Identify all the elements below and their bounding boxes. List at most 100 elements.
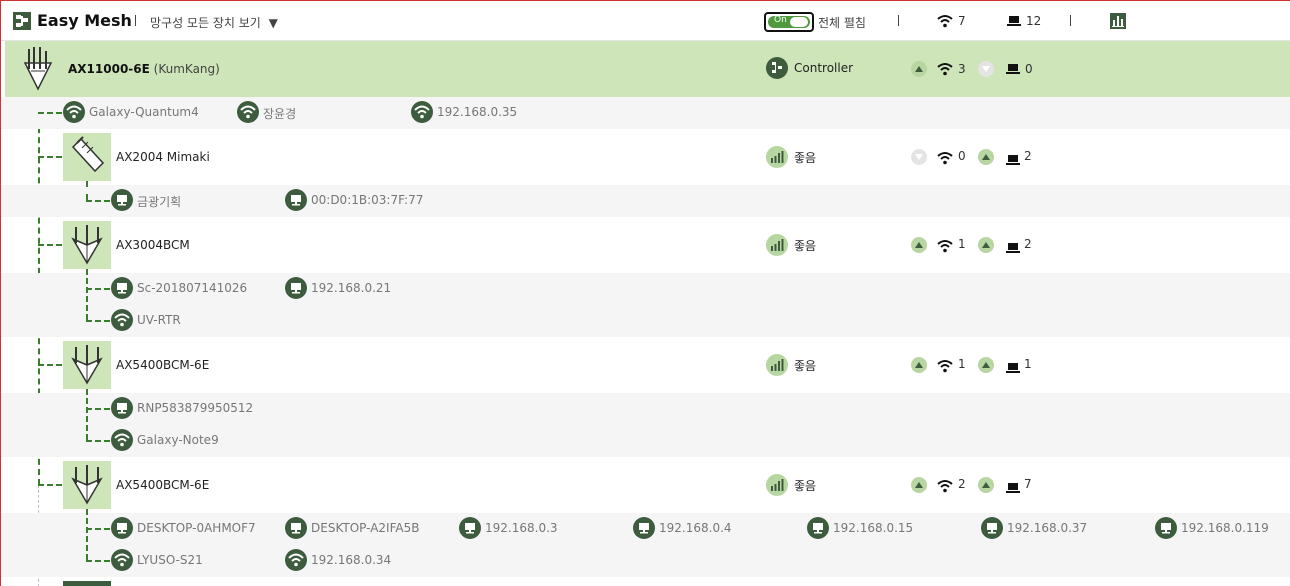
client-branch-line <box>86 440 110 442</box>
wifi-client-icon <box>111 429 133 451</box>
toggle-state-label: On <box>774 15 787 25</box>
wifi-icon <box>937 15 953 28</box>
pc-expand-button[interactable] <box>978 477 994 493</box>
pc-client-icon <box>111 277 133 299</box>
client-name: 192.168.0.21 <box>311 281 392 295</box>
wifi-client-icon <box>111 309 133 331</box>
client-name: 00:D0:1B:03:7F:77 <box>311 193 424 207</box>
client-name: 192.168.0.35 <box>437 105 518 119</box>
controller-row[interactable]: AX11000-6E (KumKang) Controller 3 0 <box>5 41 1290 97</box>
node-wifi-count: 2 <box>958 477 966 491</box>
node-name: AX3004BCM <box>116 238 190 252</box>
view-select[interactable]: 망구성 모든 장치 보기 ▼ <box>150 14 278 31</box>
wifi-expand-button[interactable] <box>911 477 927 493</box>
pc-client-icon <box>981 517 1003 539</box>
expand-toggle[interactable]: On <box>764 12 814 32</box>
divider <box>135 15 136 26</box>
client-name: Galaxy-Note9 <box>137 433 219 447</box>
node-pc-count: 2 <box>1024 237 1032 251</box>
pc-expand-button[interactable] <box>978 237 994 253</box>
client-trunk-line <box>86 269 88 320</box>
pc-client-icon <box>285 277 307 299</box>
pc-client-icon <box>111 517 133 539</box>
pc-client-icon <box>633 517 655 539</box>
client-trunk-line <box>86 389 88 440</box>
signal-strength-icon <box>766 146 788 168</box>
controller-title: AX11000-6E (KumKang) <box>68 62 220 76</box>
view-select-label: 망구성 모든 장치 보기 <box>150 16 261 30</box>
client-name: 192.168.0.15 <box>833 521 914 535</box>
client-branch-line <box>86 408 110 410</box>
mesh-logo-icon <box>13 12 31 30</box>
client-name: Sc-201807141026 <box>137 281 248 295</box>
pc-icon <box>1006 64 1020 74</box>
wifi-client-icon <box>285 549 307 571</box>
client-name: 192.168.0.119 <box>1181 521 1269 535</box>
divider <box>1070 15 1071 26</box>
client-trunk-line <box>86 181 88 200</box>
pc-client-icon <box>807 517 829 539</box>
tree-branch-line <box>38 156 62 158</box>
pc-expand-button[interactable] <box>978 357 994 373</box>
easy-mesh-window: Easy Mesh 망구성 모든 장치 보기 ▼ On 전체 펼침 7 12 A… <box>0 0 1290 586</box>
client-name: 192.168.0.4 <box>659 521 732 535</box>
client-branch-line <box>86 200 110 202</box>
tree-branch-line <box>38 244 62 246</box>
node-wifi-count: 1 <box>958 237 966 251</box>
pc-expand-button[interactable] <box>978 61 994 77</box>
router-icon <box>23 47 53 91</box>
client-name: UV-RTR <box>137 313 181 327</box>
client-name: DESKTOP-0AHMOF7 <box>137 521 256 535</box>
client-name: Galaxy-Quantum4 <box>89 105 199 119</box>
controller-wifi-count: 3 <box>958 62 966 76</box>
total-wifi-count: 7 <box>958 14 966 28</box>
wifi-expand-button[interactable] <box>911 237 927 253</box>
controller-role-icon <box>766 57 788 79</box>
pc-expand-button[interactable] <box>978 149 994 165</box>
wifi-icon <box>937 63 953 76</box>
pc-client-icon <box>1155 517 1177 539</box>
node-wifi-count: 0 <box>958 149 966 163</box>
app-title: Easy Mesh <box>37 11 132 30</box>
client-branch-line <box>86 320 110 322</box>
tree-branch-line <box>38 112 62 114</box>
client-branch-line <box>86 528 110 530</box>
client-name: 장윤경 <box>263 107 297 121</box>
node-device-icon <box>63 221 111 269</box>
chart-icon[interactable] <box>1110 13 1126 29</box>
wifi-client-icon <box>63 101 85 123</box>
divider <box>898 15 899 26</box>
signal-strength-icon <box>766 354 788 376</box>
controller-model: AX11000-6E <box>68 62 150 76</box>
client-name: 금광기획 <box>137 195 182 209</box>
wifi-icon <box>937 478 953 497</box>
node-pc-count: 2 <box>1024 149 1032 163</box>
client-name: 192.168.0.3 <box>485 521 558 535</box>
client-name: DESKTOP-A2IFA5B <box>311 521 420 535</box>
mesh-node-row[interactable] <box>1 217 1290 273</box>
controller-role-label: Controller <box>794 61 854 75</box>
node-device-icon <box>63 461 111 509</box>
node-device-icon <box>63 341 111 389</box>
pc-icon <box>1006 151 1020 170</box>
wifi-expand-button[interactable] <box>911 149 927 165</box>
node-device-icon <box>63 133 111 181</box>
tree-branch-line <box>38 364 62 366</box>
wifi-expand-button[interactable] <box>911 357 927 373</box>
total-pc-count: 12 <box>1026 14 1042 28</box>
node-pc-count: 1 <box>1024 357 1032 371</box>
wifi-expand-button[interactable] <box>911 61 927 77</box>
pc-icon <box>1006 239 1020 258</box>
signal-label: 좋음 <box>794 151 817 165</box>
client-branch-line <box>86 560 110 562</box>
signal-label: 좋음 <box>794 239 817 253</box>
client-name: LYUSO-S21 <box>137 553 203 567</box>
signal-strength-icon <box>766 474 788 496</box>
pc-icon <box>1006 479 1020 498</box>
caret-down-icon: ▼ <box>268 16 278 30</box>
pc-client-icon <box>459 517 481 539</box>
controller-owner: (KumKang) <box>153 62 220 76</box>
wifi-icon <box>937 150 953 169</box>
client-name: 192.168.0.34 <box>311 553 392 567</box>
pc-client-icon <box>111 189 133 211</box>
